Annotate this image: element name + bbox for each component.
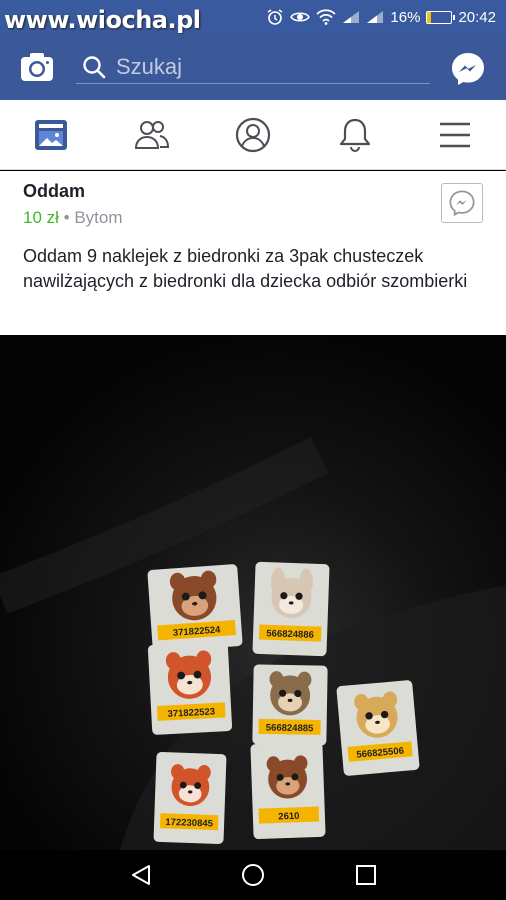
- message-seller-button[interactable]: [441, 183, 483, 223]
- search-input[interactable]: Szukaj: [76, 50, 430, 84]
- sticker-bear: 2610: [250, 741, 326, 840]
- tab-menu[interactable]: [437, 117, 473, 153]
- camera-button[interactable]: [20, 52, 54, 82]
- signal-icon: [367, 11, 384, 23]
- marketplace-post: Oddam 10 zł • Bytom Oddam 9 naklejek z b…: [0, 171, 506, 335]
- status-bar: www.wiocha.pl 16% 20:42: [0, 0, 506, 34]
- search-icon: [83, 55, 106, 78]
- news-feed-icon: [35, 120, 67, 150]
- clock: 20:42: [458, 8, 496, 26]
- post-location[interactable]: Bytom: [74, 208, 122, 227]
- profile-icon: [235, 117, 271, 153]
- eye-icon: [290, 12, 311, 22]
- sticker-number: 566824886: [266, 628, 314, 641]
- sticker-number: 566824885: [266, 722, 314, 734]
- post-price: 10 zł: [23, 208, 59, 227]
- post-photo[interactable]: 371822524 566824886 371822523 566824885 5668…: [0, 335, 506, 850]
- signal-icon: [343, 11, 360, 23]
- menu-icon: [440, 122, 470, 148]
- search-placeholder: Szukaj: [116, 53, 183, 79]
- home-icon[interactable]: [241, 863, 265, 887]
- sticker-bear: 371822524: [147, 564, 243, 652]
- app-header: Szukaj: [0, 34, 506, 100]
- messenger-icon: [449, 190, 475, 217]
- tab-notifications[interactable]: [337, 117, 373, 153]
- notifications-icon: [339, 118, 371, 152]
- camera-icon: [21, 53, 53, 81]
- tab-profile[interactable]: [235, 117, 271, 153]
- alarm-icon: [268, 9, 283, 25]
- wifi-icon: [316, 9, 337, 25]
- back-icon[interactable]: [129, 863, 153, 887]
- sticker-lynx: 566825506: [336, 680, 420, 776]
- meta-separator: •: [63, 208, 70, 227]
- battery-percent: 16%: [390, 8, 421, 26]
- android-navigation-bar: [0, 850, 506, 900]
- tab-news-feed[interactable]: [33, 117, 69, 153]
- watermark: www.wiocha.pl: [4, 6, 201, 34]
- sticker-number: 2610: [278, 811, 300, 823]
- post-meta: 10 zł • Bytom: [23, 208, 123, 228]
- tab-friends[interactable]: [134, 117, 170, 153]
- sticker-bunny: 566824886: [252, 561, 330, 657]
- friends-icon: [134, 121, 170, 149]
- sticker-fox: 371822523: [147, 641, 233, 735]
- messenger-icon: [452, 53, 484, 85]
- sticker-fox: 172230845: [153, 751, 227, 845]
- sticker-number: 172230845: [165, 817, 214, 830]
- battery-icon: [426, 10, 456, 24]
- recent-apps-icon[interactable]: [354, 863, 378, 887]
- post-description: Oddam 9 naklejek z biedronki za 3pak chu…: [23, 246, 468, 291]
- messenger-button[interactable]: [450, 51, 486, 87]
- post-title: Oddam: [23, 181, 86, 201]
- status-icons: 16% 20:42: [266, 8, 496, 26]
- sticker-photo: 371822524 566824886 371822523 566824885 5668…: [0, 335, 506, 850]
- tab-bar: [0, 100, 506, 170]
- sticker-hedgehog: 566824885: [252, 664, 328, 746]
